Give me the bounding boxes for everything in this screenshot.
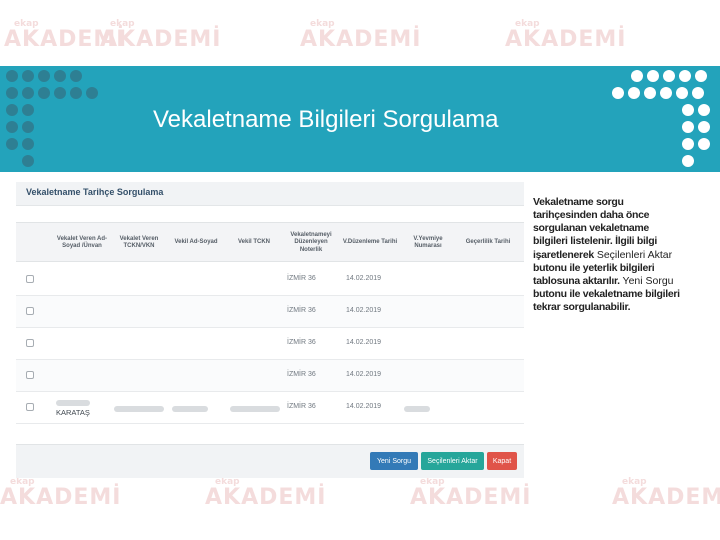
- column-header: Vekaletnameyi Düzenleyen Noterlik: [290, 231, 332, 253]
- column-header: Vekalet Veren Ad-Soyad /Ünvan: [56, 235, 108, 250]
- noterlik-cell: İZMİR 36: [287, 371, 316, 378]
- decor-dot: [628, 87, 640, 99]
- watermark: ekapAKADEMİ: [300, 19, 422, 52]
- column-header: Vekalet Veren TCKN/VKN: [119, 235, 159, 250]
- noterlik-cell: İZMİR 36: [287, 275, 316, 282]
- date-cell: 14.02.2019: [346, 371, 382, 378]
- noterlik-cell: İZMİR 36: [287, 339, 316, 346]
- watermark: ekapAKADEMİ: [205, 477, 327, 510]
- column-header: Vekil TCKN: [237, 239, 270, 246]
- decor-dot: [695, 70, 707, 82]
- date-cell: 14.02.2019: [346, 307, 382, 314]
- table-row[interactable]: İZMİR 36 14.02.2019: [16, 328, 524, 360]
- column-header: V.Düzenleme Tarihi: [342, 239, 398, 246]
- description-part: Seçilenleri Aktar: [596, 248, 673, 261]
- decor-dot: [663, 70, 675, 82]
- row-checkbox[interactable]: [26, 403, 34, 411]
- decor-dot: [660, 87, 672, 99]
- description-part: Yeni Sorgu: [622, 274, 674, 287]
- close-button[interactable]: Kapat: [487, 452, 517, 470]
- panel-title: Vekaletname Tarihçe Sorgulama: [26, 187, 164, 197]
- decor-dot: [86, 87, 98, 99]
- decor-dot: [6, 138, 18, 150]
- description-part: butonu ile vekaletname bilgileri tekrar …: [533, 287, 680, 313]
- decor-dot: [679, 70, 691, 82]
- decor-dot: [38, 70, 50, 82]
- decor-dot: [631, 70, 643, 82]
- decor-dot: [698, 138, 710, 150]
- decor-dot: [22, 87, 34, 99]
- decor-dot: [698, 121, 710, 133]
- decor-dot: [682, 121, 694, 133]
- column-header: Vekil Ad-Soyad: [174, 239, 218, 246]
- decor-dot: [22, 104, 34, 116]
- row-checkbox[interactable]: [26, 371, 34, 379]
- decor-dot: [6, 70, 18, 82]
- noterlik-cell: İZMİR 36: [287, 403, 316, 410]
- row-checkbox[interactable]: [26, 307, 34, 315]
- date-cell: 14.02.2019: [346, 403, 382, 410]
- watermark: ekapAKADEMİ: [612, 477, 720, 510]
- decor-dot: [692, 87, 704, 99]
- page-title: Vekaletname Bilgileri Sorgulama: [153, 106, 499, 133]
- transfer-selected-button[interactable]: Seçilenleri Aktar: [421, 452, 484, 470]
- panel-header: Vekaletname Tarihçe Sorgulama: [16, 182, 524, 206]
- noterlik-cell: İZMİR 36: [287, 307, 316, 314]
- decor-dot: [6, 104, 18, 116]
- vekalet-veren-cell: KARATAŞ: [56, 408, 90, 417]
- decor-dot: [6, 87, 18, 99]
- decor-dot: [22, 138, 34, 150]
- new-query-button[interactable]: Yeni Sorgu: [370, 452, 418, 470]
- redacted-text: [172, 406, 208, 412]
- decor-dot: [644, 87, 656, 99]
- redacted-text: [404, 406, 430, 412]
- column-header: V.Yevmiye Numarası: [413, 235, 443, 250]
- column-header: Geçerlilik Tarihi: [465, 239, 511, 246]
- table-row[interactable]: İZMİR 36 14.02.2019: [16, 264, 524, 296]
- decor-dot: [70, 87, 82, 99]
- table-header: Vekalet Veren Ad-Soyad /Ünvan Vekalet Ve…: [16, 222, 524, 262]
- decor-dot: [647, 70, 659, 82]
- date-cell: 14.02.2019: [346, 275, 382, 282]
- decor-dot: [22, 70, 34, 82]
- decor-dot: [70, 70, 82, 82]
- decor-dot: [54, 87, 66, 99]
- redacted-text: [56, 400, 90, 406]
- history-panel: Vekaletname Tarihçe Sorgulama Vekalet Ve…: [16, 182, 524, 478]
- decor-dot: [682, 138, 694, 150]
- decor-dot: [682, 104, 694, 116]
- date-cell: 14.02.2019: [346, 339, 382, 346]
- decor-dot: [22, 121, 34, 133]
- table-row[interactable]: İZMİR 36 14.02.2019: [16, 296, 524, 328]
- decor-dot: [6, 121, 18, 133]
- row-checkbox[interactable]: [26, 275, 34, 283]
- row-checkbox[interactable]: [26, 339, 34, 347]
- decor-dot: [676, 87, 688, 99]
- redacted-text: [230, 406, 280, 412]
- decor-dot: [38, 87, 50, 99]
- watermark: ekapAKADEMİ: [505, 19, 627, 52]
- redacted-text: [114, 406, 164, 412]
- watermark: ekapAKADEMİ: [100, 19, 222, 52]
- description-text: Vekaletname sorgu tarihçesinden daha önc…: [533, 196, 683, 314]
- decor-dot: [54, 70, 66, 82]
- decor-dot: [612, 87, 624, 99]
- header-band: Vekaletname Bilgileri Sorgulama: [0, 66, 720, 172]
- table-row[interactable]: KARATAŞ İZMİR 36 14.02.2019: [16, 392, 524, 424]
- decor-dot: [698, 104, 710, 116]
- decor-dot: [682, 155, 694, 167]
- watermark: ekapAKADEMİ: [0, 477, 122, 510]
- table-row[interactable]: İZMİR 36 14.02.2019: [16, 360, 524, 392]
- decor-dot: [22, 155, 34, 167]
- watermark: ekapAKADEMİ: [410, 477, 532, 510]
